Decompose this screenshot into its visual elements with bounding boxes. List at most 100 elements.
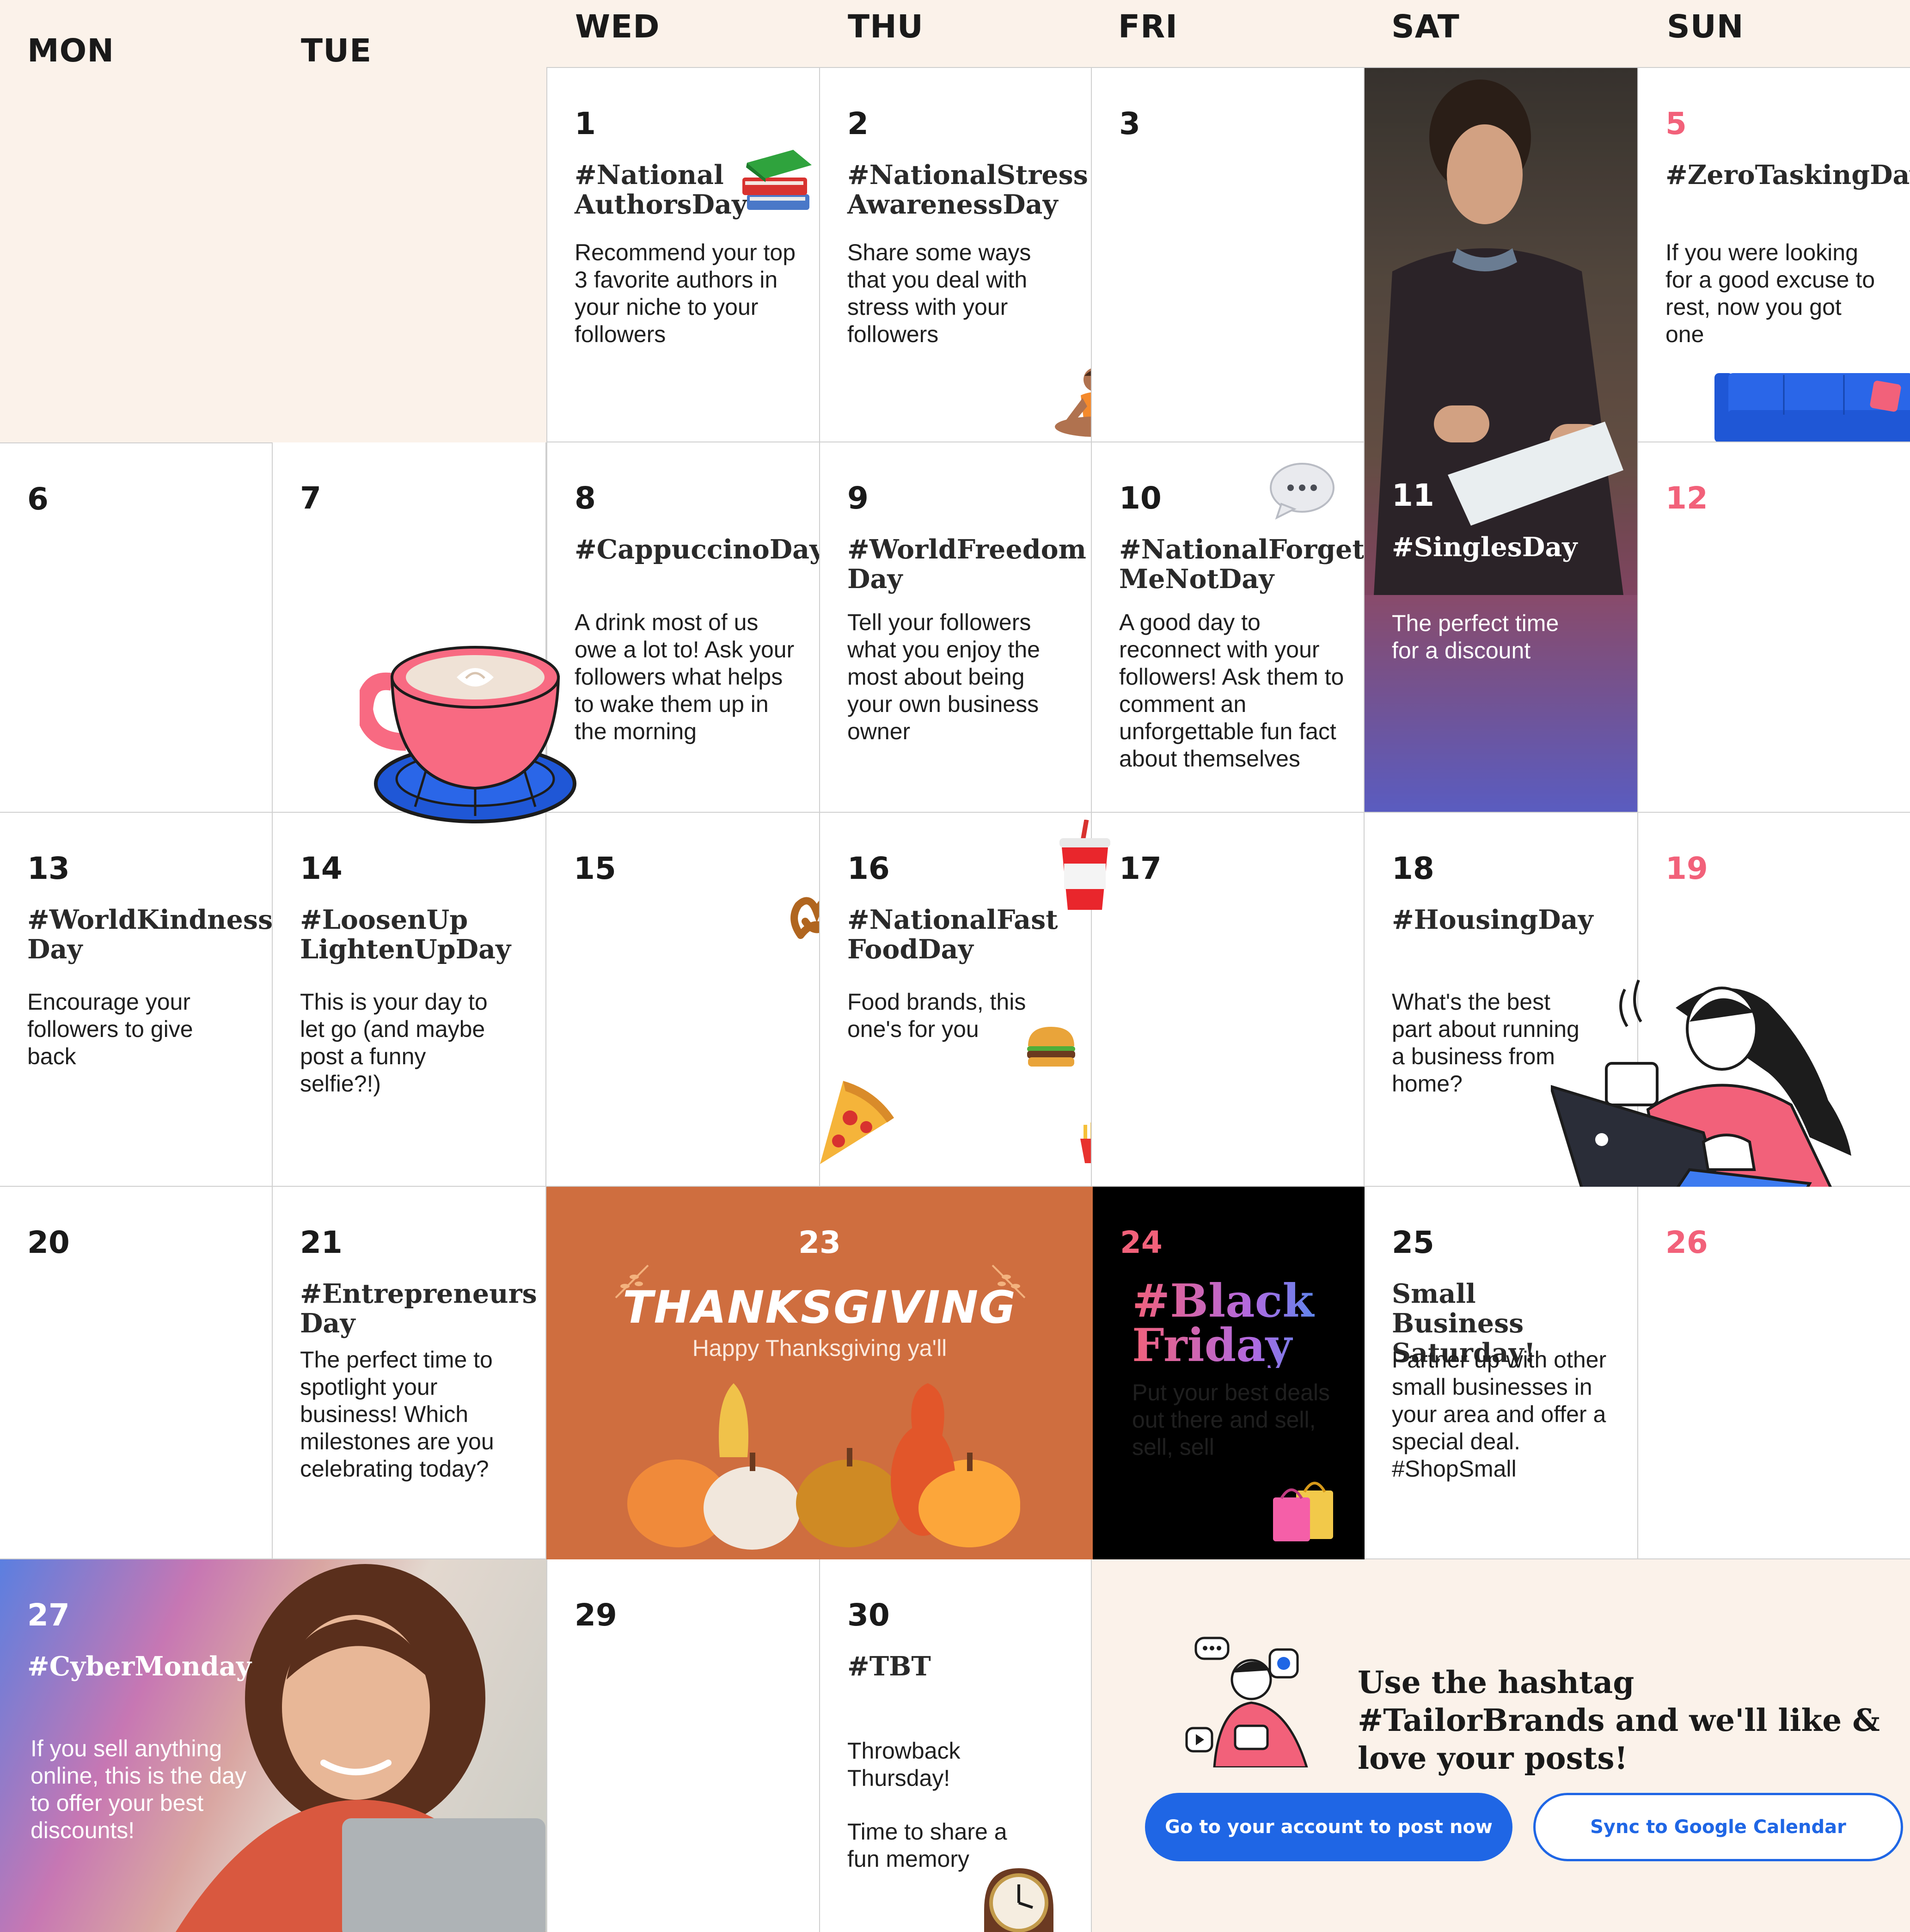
description: Partner up with other small businesses i… [1392,1347,1607,1482]
day-cell-6[interactable]: 6 [0,442,273,813]
sofa-icon [1714,373,1910,442]
hashtag: #National AuthorsDay [575,159,747,220]
hashtag: #CappuccinoDay [575,534,820,565]
day-number: 15 [574,851,616,886]
description: Put your best deals out there and sell, … [1132,1380,1330,1460]
burger-icon [1027,1027,1075,1067]
day-cell-27[interactable]: 27 #CyberMonday If you sell anything onl… [0,1559,546,1932]
day-number: 29 [575,1597,617,1633]
hashtag: #HousingDay [1392,904,1593,935]
day-cell-25[interactable]: 25 Small Business Saturday! Partner up w… [1365,1187,1638,1559]
day-number: 7 [300,480,321,516]
day-number: 16 [847,851,890,886]
pizza-icon [820,1081,894,1164]
fries-icon [1080,1122,1091,1163]
day-number: 18 [1392,851,1434,886]
leaf-sprig-icon [615,1264,649,1299]
pumpkins-icon [627,1383,1020,1550]
calendar: MON TUE WED THU FRI SAT SUN 1 #National … [0,0,1910,1932]
soda-cup-icon [1059,820,1110,910]
hashtag: #NationalStress AwarenessDay [847,159,1088,220]
hashtag: #Entrepreneurs Day [300,1278,537,1339]
pretzel-icon [790,897,819,939]
day-cell-10[interactable]: 10 #NationalForget MeNotDay A good day t… [1092,442,1365,813]
day-cell-24[interactable]: 24 #Black Friday Put your best deals out… [1093,1187,1365,1559]
day-cell-3[interactable]: 3 [1092,67,1365,442]
social-person-icon [1185,1637,1308,1767]
day-cell-11[interactable]: 11 #SinglesDay The perfect time for a di… [1365,67,1638,813]
hashtag: #ZeroTaskingDay [1665,159,1910,190]
hashtag: #CyberMonday [27,1651,251,1682]
weekday-tue: TUE [301,32,372,69]
day-number: 1 [575,106,596,141]
day-number: 24 [1120,1225,1163,1260]
woman-with-laptop-icon [1551,979,1851,1216]
day-cell-30[interactable]: 30 #TBT Throwback Thursday! Time to shar… [820,1559,1092,1932]
day-number: 20 [27,1225,70,1260]
day-number: 30 [847,1597,890,1633]
day-number: 23 [798,1225,841,1260]
thanksgiving-subtitle: Happy Thanksgiving ya'll [692,1335,947,1361]
black-friday-title: #Black Friday [1132,1279,1331,1368]
day-number: 27 [27,1597,70,1633]
day-cell-13[interactable]: 13 #WorldKindness Day Encourage your fol… [0,813,273,1187]
hashtag: #TBT [847,1651,931,1682]
day-number: 10 [1119,480,1162,516]
day-cell-12[interactable]: 12 [1638,442,1910,813]
speech-bubble-icon [1270,463,1335,520]
weekday-mon: MON [27,32,115,69]
meditation-icon [1055,368,1091,437]
description: If you sell anything online, this is the… [31,1736,246,1843]
description: Encourage your followers to give back [27,989,193,1069]
weekday-thu: THU [848,8,924,45]
shopping-bags-icon [1273,1482,1333,1541]
day-number: 3 [1119,106,1140,141]
hashtag: #WorldKindness Day [27,904,273,965]
day-number: 5 [1665,106,1687,141]
day-cell-14[interactable]: 14 #LoosenUp LightenUpDay This is your d… [273,813,546,1187]
day-cell-9[interactable]: 9 #WorldFreedom Day Tell your followers … [820,442,1092,813]
books-icon [742,150,812,210]
description: If you were looking for a good excuse to… [1665,239,1875,347]
day-number: 8 [575,480,596,516]
day-cell-29[interactable]: 29 [546,1559,820,1932]
day-number: 26 [1665,1225,1708,1260]
day-cell-21[interactable]: 21 #Entrepreneurs Day The perfect time t… [273,1187,546,1559]
description: A drink most of us owe a lot to! Ask you… [575,609,795,744]
day-number: 14 [300,851,343,886]
day-number: 9 [847,480,869,516]
day-number: 17 [1119,851,1162,886]
man-reading-letter-photo [1365,68,1637,595]
description: The perfect time to spotlight your busin… [300,1347,494,1482]
leaf-sprig-icon [992,1264,1026,1299]
weekday-wed: WED [575,8,660,45]
hashtag: #LoosenUp LightenUpDay [300,904,511,965]
post-now-button[interactable]: Go to your account to post now [1145,1793,1512,1861]
hashtag: #NationalFast FoodDay [847,904,1058,965]
day-number: 11 [1392,478,1434,513]
promo-headline: Use the hashtag #TailorBrands and we'll … [1358,1664,1880,1776]
day-cell-5[interactable]: 5 #ZeroTaskingDay If you were looking fo… [1638,67,1910,442]
day-number: 21 [300,1225,343,1260]
promo-panel: Use the hashtag #TailorBrands and we'll … [1092,1559,1910,1932]
day-cell-15[interactable]: 15 [546,813,820,1187]
description: The perfect time for a discount [1392,610,1559,663]
day-cell-26[interactable]: 26 [1638,1187,1910,1559]
day-cell-1[interactable]: 1 #National AuthorsDay Recommend your to… [546,67,820,442]
day-cell-2[interactable]: 2 #NationalStress AwarenessDay Share som… [820,67,1092,442]
day-cell-8[interactable]: 8 #CappuccinoDay A drink most of us owe … [546,442,820,813]
day-number: 6 [27,481,49,517]
description: This is your day to let go (and maybe po… [300,989,488,1097]
day-number: 13 [27,851,70,886]
hashtag: #WorldFreedom Day [847,534,1086,595]
day-cell-23[interactable]: 23 THANKSGIVING Happy Thanksgiving ya'll [546,1187,1093,1559]
day-number: 2 [847,106,869,141]
day-cell-20[interactable]: 20 [0,1187,273,1559]
day-cell-17[interactable]: 17 [1059,813,1365,1187]
sync-google-calendar-button[interactable]: Sync to Google Calendar [1533,1793,1903,1861]
description: Food brands, this one's for you [847,989,1026,1042]
description: Recommend your top 3 favorite authors in… [575,239,796,347]
weekday-fri: FRI [1118,8,1178,45]
hashtag: #SinglesDay [1392,532,1578,563]
weekday-sun: SUN [1667,8,1744,45]
